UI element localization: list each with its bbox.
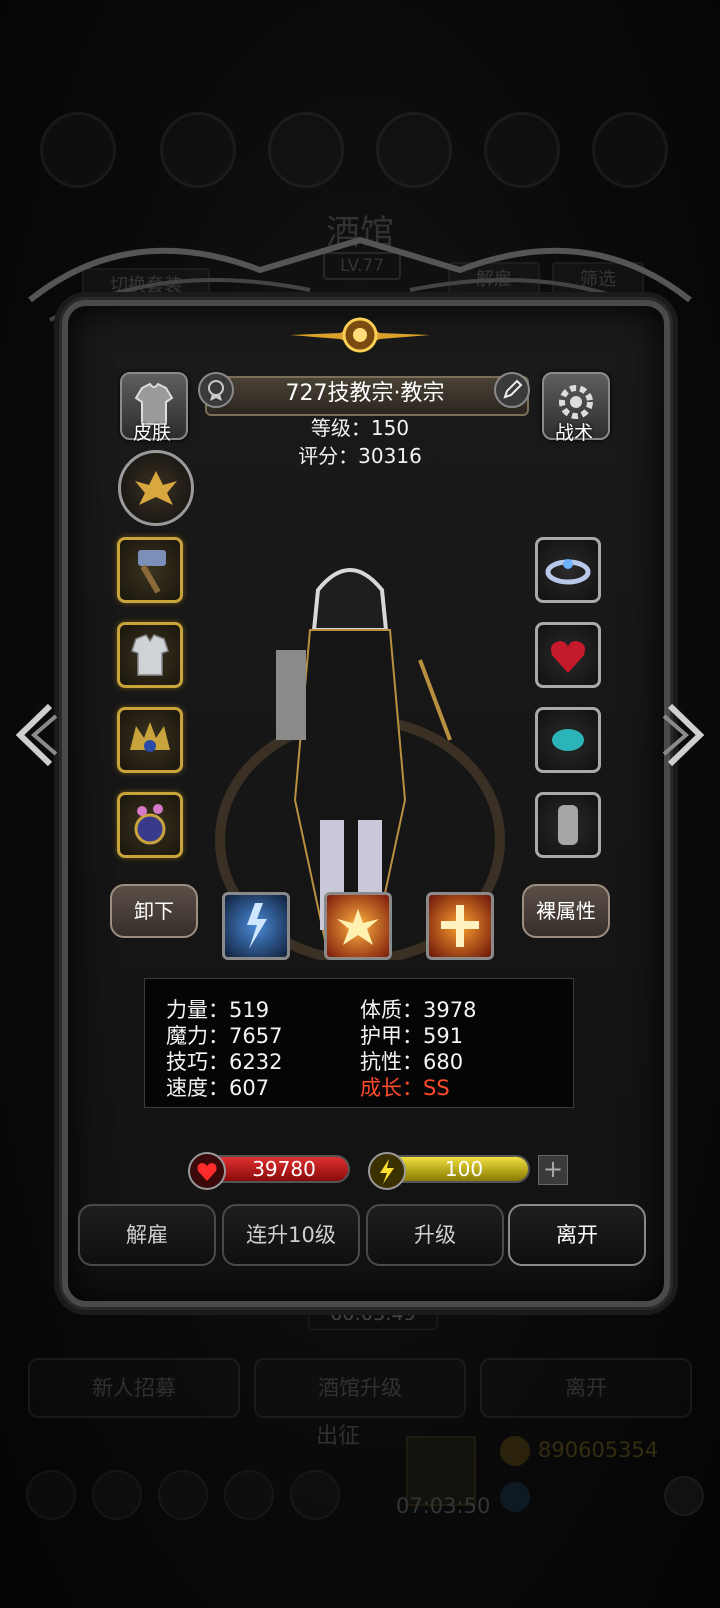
level-up-10-button[interactable]: 连升10级 bbox=[222, 1204, 360, 1266]
hammer-icon bbox=[138, 550, 166, 594]
bg-menu-icon[interactable] bbox=[224, 1470, 274, 1520]
bg-resource-icon bbox=[592, 112, 668, 188]
base-attributes-button[interactable]: 裸属性 bbox=[522, 884, 610, 938]
bg-menu-icon[interactable] bbox=[290, 1470, 340, 1520]
tactics-label: 战术 bbox=[554, 422, 593, 444]
recruit-button[interactable]: 新人招募 bbox=[28, 1358, 240, 1418]
dismiss-button[interactable]: 解雇 bbox=[78, 1204, 216, 1266]
holy-cross-skill-icon[interactable] bbox=[426, 892, 494, 960]
previous-hero-arrow-icon[interactable] bbox=[10, 700, 58, 770]
bg-resource-icon bbox=[268, 112, 344, 188]
edit-name-icon[interactable] bbox=[494, 372, 530, 408]
crown-helmet-icon bbox=[130, 722, 170, 752]
accessory-slot[interactable] bbox=[117, 792, 183, 858]
heart-gem-icon bbox=[551, 641, 585, 673]
bg-menu-icon[interactable] bbox=[26, 1470, 76, 1520]
bg-menu-icon[interactable] bbox=[158, 1470, 208, 1520]
bg-add-icon[interactable] bbox=[664, 1476, 704, 1516]
sun-emblem-icon bbox=[290, 317, 430, 353]
expedition-label: 出征 bbox=[316, 1424, 361, 1449]
hero-level: 等级：150 bbox=[310, 416, 410, 440]
armor-slot[interactable] bbox=[117, 622, 183, 688]
hero-score: 评分：30316 bbox=[298, 444, 422, 468]
bg-resource-icon bbox=[160, 112, 236, 188]
bg-resource-icon bbox=[484, 112, 560, 188]
ring-slot[interactable] bbox=[535, 537, 601, 603]
gem-slot[interactable] bbox=[535, 707, 601, 773]
level-up-button[interactable]: 升级 bbox=[366, 1204, 504, 1266]
teal-stone-icon bbox=[552, 729, 584, 751]
bg-leave-button[interactable]: 离开 bbox=[480, 1358, 692, 1418]
skin-label: 皮肤 bbox=[132, 422, 171, 444]
leave-button[interactable]: 离开 bbox=[508, 1204, 646, 1266]
stat-growth: 成长：SS bbox=[360, 1076, 450, 1100]
golden-wings-skill-icon[interactable] bbox=[324, 892, 392, 960]
gem-icon bbox=[500, 1482, 530, 1512]
weapon-hammer-slot[interactable] bbox=[117, 537, 183, 603]
gold-coin-icon bbox=[500, 1436, 530, 1466]
bg-menu-icon[interactable] bbox=[92, 1470, 142, 1520]
helmet-slot[interactable] bbox=[117, 707, 183, 773]
hero-name: 727技教宗·教宗 bbox=[285, 381, 445, 406]
currency-amount: 890605354 bbox=[538, 1438, 659, 1462]
bottom-timer: 07:03:50 bbox=[396, 1494, 491, 1518]
lightning-skill-icon[interactable] bbox=[222, 892, 290, 960]
unequip-button[interactable]: 卸下 bbox=[110, 884, 198, 938]
tavern-upgrade-button[interactable]: 酒馆升级 bbox=[254, 1358, 466, 1418]
class-emblem-icon[interactable] bbox=[118, 450, 194, 526]
chainmail-icon bbox=[558, 805, 578, 845]
next-hero-arrow-icon[interactable] bbox=[662, 700, 710, 770]
chest-armor-icon bbox=[131, 634, 169, 676]
bg-avatar-icon bbox=[40, 112, 116, 188]
silver-ring-icon bbox=[545, 559, 591, 585]
orb-charm-icon bbox=[134, 804, 166, 845]
heart-icon bbox=[188, 1152, 226, 1190]
stat-speed: 速度：607 bbox=[166, 1076, 270, 1100]
hp-value: 39780 bbox=[252, 1157, 316, 1181]
lightning-icon bbox=[368, 1152, 406, 1190]
bg-resource-icon bbox=[376, 112, 452, 188]
add-energy-button[interactable]: + bbox=[538, 1155, 568, 1185]
energy-value: 100 bbox=[444, 1157, 484, 1181]
amulet-slot[interactable] bbox=[535, 622, 601, 688]
chain-slot[interactable] bbox=[535, 792, 601, 858]
